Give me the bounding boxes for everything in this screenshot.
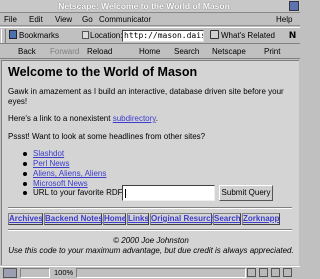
navlink-backend-notes[interactable]: Backend Notes: [44, 213, 103, 225]
print-button[interactable]: Print: [264, 45, 280, 59]
list-item: Slashdot: [20, 149, 106, 159]
headline-link-perl-news[interactable]: Perl News: [33, 159, 69, 168]
subdirectory-text-after: .: [155, 114, 158, 123]
menu-edit[interactable]: Edit: [29, 13, 43, 26]
list-item: Aliens, Aliens, Aliens: [20, 169, 106, 179]
divider: [8, 207, 292, 209]
progress-percent: 100%: [54, 268, 74, 277]
navlink-links[interactable]: Links: [127, 213, 149, 225]
composer-icon[interactable]: [271, 268, 280, 277]
navlink-links-label[interactable]: Links: [128, 214, 149, 223]
navlink-home-label[interactable]: Home: [104, 214, 126, 223]
intro-line-1: Gawk in amazement as I build an interact…: [8, 87, 284, 96]
list-item: Perl News: [20, 159, 106, 169]
security-lock-icon[interactable]: [3, 268, 17, 278]
menu-help[interactable]: Help: [276, 13, 292, 26]
navlink-search-label[interactable]: Search: [214, 214, 241, 223]
window-menu-icon[interactable]: [289, 1, 299, 11]
browser-window: Netscape: Welcome to the World of Mason …: [0, 0, 300, 279]
component-bar: [247, 268, 297, 278]
submit-query-button[interactable]: Submit Query: [219, 185, 273, 201]
bookmarks-button[interactable]: Bookmarks: [9, 30, 59, 42]
navlink-zorknapp-label[interactable]: Zorknapp: [243, 214, 279, 223]
reload-button[interactable]: Reload: [87, 45, 112, 59]
search-button[interactable]: Search: [174, 45, 199, 59]
netscape-button[interactable]: Netscape: [212, 45, 246, 59]
url-input[interactable]: http://mason.dais: [122, 30, 204, 42]
navlink-original-resurch[interactable]: Original Resurch: [150, 213, 215, 225]
subdirectory-text-before: Here's a link to a nonexistent: [8, 114, 113, 123]
rdf-url-input[interactable]: [122, 185, 215, 201]
bullet-icon: [23, 182, 27, 186]
menu-view[interactable]: View: [55, 13, 72, 26]
bullet-icon: [23, 172, 27, 176]
location-toolbar: Bookmarks Location: http://mason.dais Wh…: [0, 27, 300, 44]
headlines-prompt: Pssst! Want to look at some headlines fr…: [8, 132, 206, 141]
headline-list: Slashdot Perl News Aliens, Aliens, Alien…: [20, 149, 106, 189]
navlink-archives-label[interactable]: Archives: [9, 214, 43, 223]
toolbar-grip[interactable]: [1, 29, 6, 43]
navigation-toolbar: Back Forward Reload Home Search Netscape…: [0, 45, 300, 59]
headline-link-microsoft-news[interactable]: Microsoft News: [33, 179, 88, 188]
bullet-icon: [23, 152, 27, 156]
menu-file[interactable]: File: [4, 13, 17, 26]
subdirectory-sentence: Here's a link to a nonexistent subdirect…: [8, 114, 158, 124]
window-title: Netscape: Welcome to the World of Mason: [58, 1, 230, 11]
related-icon: [210, 30, 219, 39]
divider: [8, 229, 292, 231]
headline-link-slashdot[interactable]: Slashdot: [33, 149, 64, 158]
menu-go[interactable]: Go: [82, 13, 93, 26]
progress-bar: [20, 268, 50, 278]
navlink-home[interactable]: Home: [103, 213, 126, 225]
location-label: Location:: [82, 30, 122, 42]
navlink-archives[interactable]: Archives: [8, 213, 43, 225]
location-label-text: Location:: [90, 31, 123, 40]
menu-bar: File Edit View Go Communicator Help: [0, 13, 300, 26]
whats-related-label: What's Related: [221, 31, 275, 40]
whats-related-button[interactable]: What's Related: [210, 30, 275, 42]
title-bar[interactable]: Netscape: Welcome to the World of Mason: [0, 0, 300, 13]
bookmark-icon: [9, 30, 17, 39]
rdf-label: URL to your favorite RDF:: [33, 188, 125, 197]
mail-icon[interactable]: [259, 268, 268, 277]
netscape-logo-icon[interactable]: N: [287, 30, 298, 42]
navlink-original-resurch-label[interactable]: Original Resurch: [151, 214, 215, 223]
intro-line-2: eyes!: [8, 97, 28, 106]
page-content[interactable]: Welcome to the World of Mason Gawk in am…: [1, 60, 299, 265]
home-button[interactable]: Home: [139, 45, 160, 59]
bullet-icon: [23, 191, 27, 195]
navigator-icon[interactable]: [247, 268, 256, 277]
back-button[interactable]: Back: [18, 45, 36, 59]
bookmarks-label: Bookmarks: [19, 31, 60, 40]
page-heading: Welcome to the World of Mason: [8, 65, 198, 79]
forward-button[interactable]: Forward: [50, 45, 79, 59]
headline-link-aliens[interactable]: Aliens, Aliens, Aliens: [33, 169, 106, 178]
license-note: Use this code to your maximum advantage,…: [8, 246, 294, 255]
navlink-backend-notes-label[interactable]: Backend Notes: [45, 214, 103, 223]
discussion-icon[interactable]: [283, 268, 292, 277]
navlink-search[interactable]: Search: [213, 213, 241, 225]
text-cursor: [125, 189, 126, 198]
status-message: [76, 268, 246, 278]
status-bar: 100%: [0, 266, 300, 279]
subdirectory-link[interactable]: subdirectory: [113, 114, 156, 123]
bullet-icon: [23, 162, 27, 166]
navlink-zorknapp[interactable]: Zorknapp: [242, 213, 280, 225]
page-proxy-icon[interactable]: [82, 31, 89, 39]
menu-communicator[interactable]: Communicator: [99, 13, 151, 26]
copyright: © 2000 Joe Johnston: [113, 236, 189, 245]
